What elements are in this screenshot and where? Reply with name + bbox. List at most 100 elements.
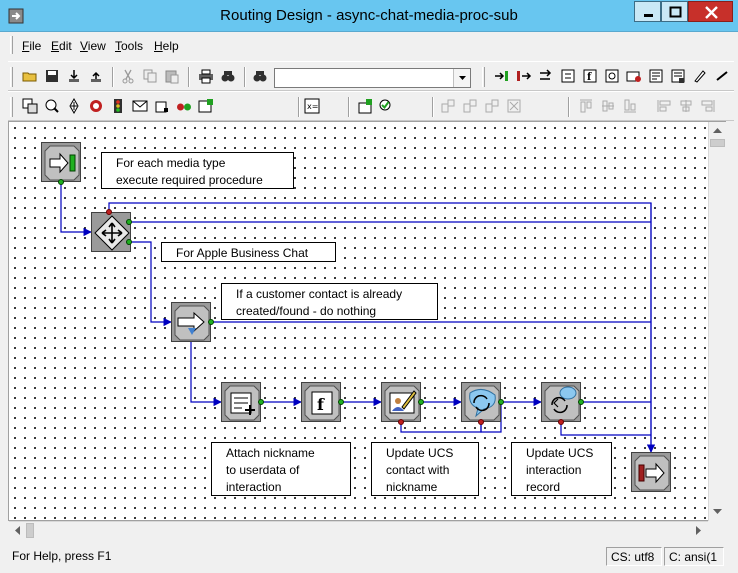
cut-icon[interactable] [120,68,136,84]
circles-icon[interactable] [176,98,192,114]
ucs-interaction-node[interactable] [541,382,581,422]
email-icon[interactable] [626,68,642,84]
note-update-contact[interactable]: Update UCS contact with nickname [371,442,479,496]
zoom-icon[interactable] [44,98,60,114]
scroll-up-button[interactable] [709,122,726,139]
copy-icon[interactable] [142,68,158,84]
align-center-disabled-icon[interactable] [462,98,478,114]
ucs-interaction-red-port[interactable] [558,419,564,425]
ucs-contact-node[interactable] [461,382,501,422]
move-icon[interactable] [66,98,82,114]
space-left-disabled-icon[interactable] [656,98,672,114]
document-icon[interactable] [670,68,686,84]
status-cs: CS: utf8 [606,547,662,566]
save-icon[interactable] [44,68,60,84]
strategy-icon[interactable] [22,98,38,114]
function-node[interactable]: f [301,382,341,422]
check-icon[interactable] [378,98,394,114]
entry-port[interactable] [58,179,64,185]
route-icon[interactable] [538,68,554,84]
update-contact-red-port[interactable] [398,419,404,425]
scroll-left-button[interactable] [9,522,26,539]
function-icon[interactable]: f [582,68,598,84]
paste-icon[interactable] [164,68,180,84]
update-contact-node[interactable] [381,382,421,422]
main-toolbar: f [8,61,734,91]
exit-node[interactable] [631,452,671,492]
space-center-disabled-icon[interactable] [678,98,694,114]
more-icon[interactable] [714,68,730,84]
chevron-down-icon[interactable] [453,69,470,87]
entry-block-icon[interactable] [494,68,510,84]
update-contact-port[interactable] [418,399,424,405]
note-for-each[interactable]: For each media type execute required pro… [101,152,294,189]
edit-icon[interactable] [692,68,708,84]
menu-view[interactable]: View [80,39,106,53]
vertical-scroll-thumb[interactable] [710,139,725,147]
align-middle-disabled-icon[interactable] [600,98,616,114]
multiplexer-node[interactable] [91,212,131,252]
mail-icon[interactable] [132,98,148,114]
variable-icon[interactable]: x= [304,98,320,114]
route-port[interactable] [208,319,214,325]
open-icon[interactable] [22,68,38,84]
horizontal-scrollbar[interactable] [9,521,708,539]
ucs-contact-port[interactable] [498,399,504,405]
note-attach[interactable]: Attach nickname to userdata of interacti… [211,442,351,496]
publish-icon[interactable] [88,68,104,84]
list-icon[interactable] [560,68,576,84]
horizontal-scroll-thumb[interactable] [26,523,34,538]
note-customer[interactable]: If a customer contact is already created… [221,283,438,320]
print-icon[interactable] [198,68,214,84]
route-node[interactable] [171,302,211,342]
multiplexer-port-1[interactable] [126,219,132,225]
note-update-interaction[interactable]: Update UCS interaction record [511,442,612,496]
scroll-right-button[interactable] [690,522,707,539]
multiplexer-port-2[interactable] [126,239,132,245]
minimize-button[interactable] [634,1,661,22]
menu-help[interactable]: Help [154,39,179,53]
exit-icon [634,455,670,491]
maximize-button[interactable] [661,1,688,22]
function-port[interactable] [338,399,344,405]
find-icon[interactable] [220,68,236,84]
multiplexer-red-port[interactable] [106,209,112,215]
scroll-down-button[interactable] [709,503,726,520]
toolbar-grip-3[interactable] [10,97,13,117]
attach-node[interactable] [221,382,261,422]
close-button[interactable] [688,1,733,22]
exit-block-icon[interactable] [516,68,532,84]
menu-edit[interactable]: Edit [51,39,72,53]
search-combo[interactable] [274,68,471,88]
compile-icon[interactable] [358,98,374,114]
ucs-interaction-icon [544,385,580,421]
vertical-scrollbar[interactable] [708,122,726,521]
route-icon [174,305,210,341]
ucs-interaction-port[interactable] [578,399,584,405]
note-apple[interactable]: For Apple Business Chat [161,242,336,262]
menu-tools[interactable]: Tools [115,39,143,53]
chart-icon[interactable] [198,98,214,114]
traffic-light-icon[interactable] [110,98,126,114]
ucs-contact-red-port[interactable] [478,419,484,425]
align-bottom-disabled-icon[interactable] [622,98,638,114]
save-all-icon[interactable] [66,68,82,84]
space-right-disabled-icon[interactable] [700,98,716,114]
attach-port[interactable] [258,399,264,405]
binoculars-icon[interactable] [252,68,268,84]
align-top-disabled-icon[interactable] [578,98,594,114]
toolbar-grip-2[interactable] [482,67,485,87]
page-icon[interactable] [154,98,170,114]
menu-file[interactable]: File [22,39,41,53]
align-left-disabled-icon[interactable] [440,98,456,114]
entry-node[interactable] [41,142,81,182]
classify-icon[interactable] [648,68,664,84]
settings-icon[interactable] [604,68,620,84]
align-right-disabled-icon[interactable] [484,98,500,114]
svg-text:f: f [317,395,325,414]
routing-canvas[interactable]: For each media type execute required pro… [8,121,726,521]
menu-grip[interactable] [10,36,13,54]
target-icon[interactable] [88,98,104,114]
toolbar-grip[interactable] [10,67,13,87]
delete-disabled-icon[interactable] [506,98,522,114]
